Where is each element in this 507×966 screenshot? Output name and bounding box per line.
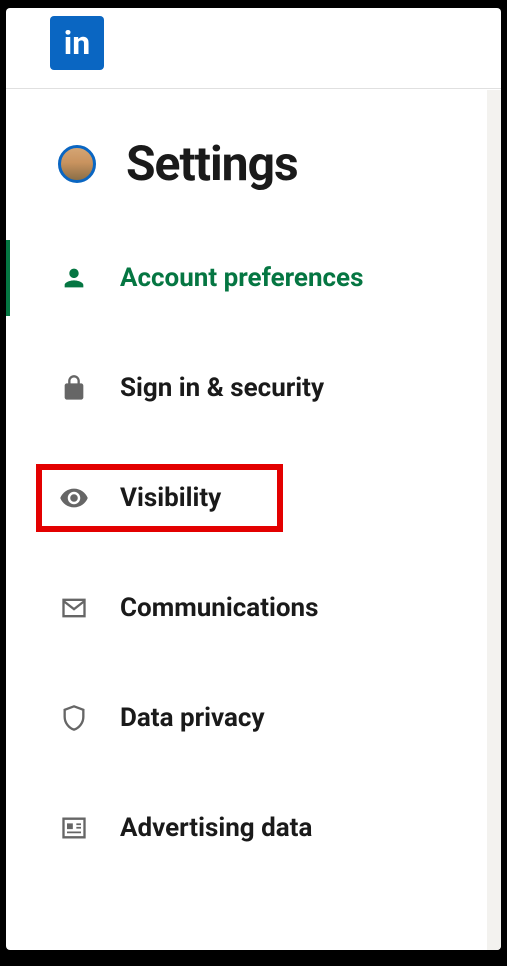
- envelope-icon: [58, 592, 90, 624]
- lock-icon: [58, 372, 90, 404]
- nav-item-account-preferences[interactable]: Account preferences: [6, 240, 501, 316]
- person-icon: [58, 262, 90, 294]
- nav-label: Communications: [120, 593, 319, 623]
- nav-label: Advertising data: [120, 813, 312, 843]
- nav-item-data-privacy[interactable]: Data privacy: [6, 680, 501, 756]
- nav-label: Sign in & security: [120, 373, 324, 403]
- nav-item-sign-in-security[interactable]: Sign in & security: [6, 350, 501, 426]
- nav-item-visibility[interactable]: Visibility: [6, 460, 501, 536]
- nav-item-communications[interactable]: Communications: [6, 570, 501, 646]
- settings-panel: in Settings Account preferences Sign in …: [6, 8, 501, 950]
- settings-header: Settings: [6, 89, 501, 240]
- nav-label: Account preferences: [120, 263, 363, 293]
- nav-item-advertising-data[interactable]: Advertising data: [6, 790, 501, 866]
- linkedin-logo[interactable]: in: [50, 16, 104, 70]
- eye-icon: [58, 482, 90, 514]
- header: in: [6, 8, 501, 89]
- nav-label: Data privacy: [120, 703, 265, 733]
- avatar[interactable]: [58, 145, 96, 183]
- page-title: Settings: [126, 135, 298, 192]
- nav-label: Visibility: [120, 483, 221, 513]
- settings-nav: Account preferences Sign in & security V…: [6, 240, 501, 866]
- shield-icon: [58, 702, 90, 734]
- newspaper-icon: [58, 812, 90, 844]
- logo-text: in: [64, 24, 90, 62]
